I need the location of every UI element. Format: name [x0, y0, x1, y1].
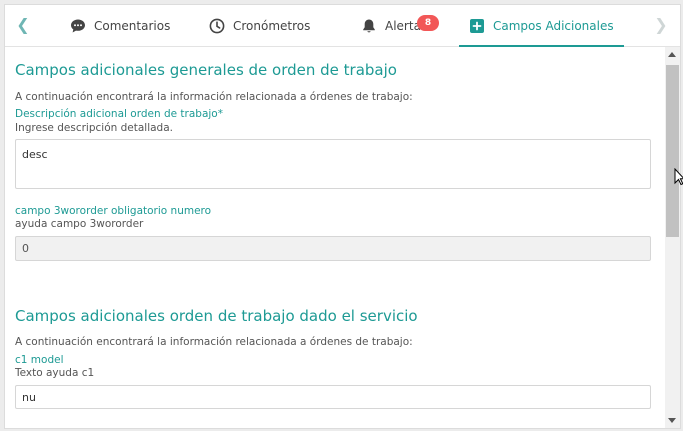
tab-comentarios[interactable]: Comentarios — [70, 5, 170, 46]
section-title-servicio: Campos adicionales orden de trabajo dado… — [15, 307, 418, 325]
field-label-descripcion: Descripción adicional orden de trabajo* — [15, 108, 223, 120]
scrollbar-thumb[interactable] — [666, 65, 679, 237]
c1-model-input[interactable] — [15, 385, 651, 409]
descripcion-adicional-textarea[interactable]: desc — [15, 139, 651, 189]
scroll-up-arrow-icon[interactable] — [668, 52, 676, 57]
field-help-c1-model: Texto ayuda c1 — [15, 367, 95, 379]
tab-label: Campos Adicionales — [493, 18, 614, 33]
field-help-3wororder: ayuda campo 3wororder — [15, 218, 144, 230]
content-scrollbar[interactable] — [665, 47, 680, 428]
tab-label: Cronómetros — [233, 18, 311, 33]
work-order-panel: ❮ Comentarios Cronómetros Alertas 8 Camp… — [4, 4, 681, 429]
bell-icon — [361, 18, 377, 34]
alert-count-badge: 8 — [417, 15, 439, 31]
tab-bar: ❮ Comentarios Cronómetros Alertas 8 Camp… — [5, 5, 680, 47]
tab-label: Comentarios — [94, 18, 171, 33]
tabs-prev-chevron-icon[interactable]: ❮ — [13, 15, 33, 35]
field-label-3wororder: campo 3wororder obligatorio numero — [15, 205, 212, 217]
campo-3wororder-input[interactable] — [15, 236, 651, 261]
field-help-descripcion: Ingrese descripción detallada. — [15, 122, 173, 134]
tab-cronometros[interactable]: Cronómetros — [209, 5, 310, 46]
scroll-down-arrow-icon[interactable] — [668, 418, 676, 423]
clock-icon — [209, 18, 225, 34]
tab-alertas[interactable]: Alertas 8 — [361, 5, 439, 46]
tabs-next-chevron-icon[interactable]: ❯ — [651, 15, 671, 35]
field-label-c1-model: c1 model — [15, 354, 64, 366]
section-description: A continuación encontrará la información… — [15, 336, 413, 348]
comment-icon — [70, 18, 86, 34]
additional-fields-content: Campos adicionales generales de orden de… — [5, 47, 665, 428]
tab-campos-adicionales[interactable]: Campos Adicionales — [459, 5, 624, 47]
section-description: A continuación encontrará la información… — [15, 91, 413, 103]
section-title-general: Campos adicionales generales de orden de… — [15, 61, 397, 79]
plus-square-icon — [469, 18, 485, 34]
mouse-pointer-icon — [674, 168, 683, 186]
